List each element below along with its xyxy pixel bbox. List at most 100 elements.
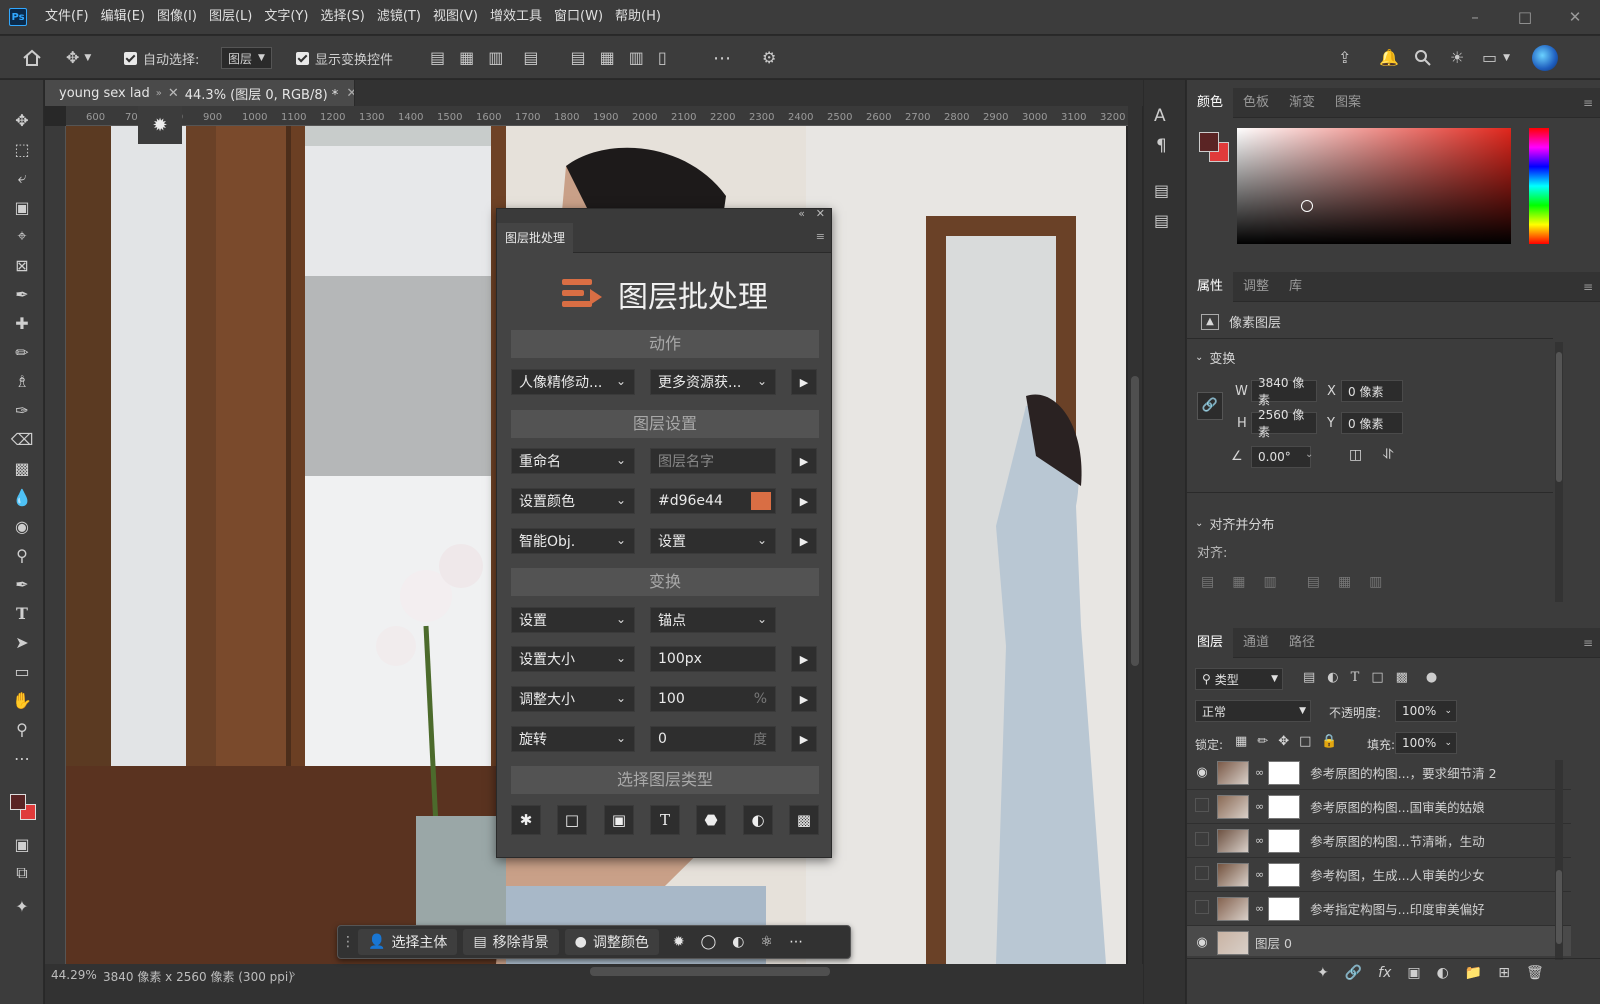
drag-handle-icon[interactable]: ⋮ <box>338 934 358 950</box>
hand-tool-icon[interactable]: ✋ <box>0 686 44 714</box>
generative-layer-icon[interactable]: ✦ <box>1317 965 1329 981</box>
properties-scrollbar[interactable] <box>1555 342 1563 602</box>
align-section-header[interactable]: ⌄ 对齐并分布 <box>1195 514 1274 533</box>
color-picker-cursor[interactable] <box>1301 200 1313 212</box>
tab-close-icon[interactable]: ✕ <box>168 86 179 101</box>
zoom-tool-icon[interactable]: ⚲ <box>0 715 44 743</box>
align-top-icon[interactable]: ▤ <box>571 50 586 66</box>
layer-row[interactable]: ◉ 图层 0 <box>1187 926 1571 956</box>
transform-icon[interactable]: ◯ <box>701 934 717 950</box>
eraser-tool-icon[interactable]: ⌫ <box>0 425 44 453</box>
distribute-v-icon[interactable]: ▯ <box>658 50 667 66</box>
pen-tool-icon[interactable]: ✒ <box>0 570 44 598</box>
object-select-tool-icon[interactable]: ▣ <box>0 193 44 221</box>
visibility-toggle[interactable] <box>1187 865 1217 884</box>
align-left-icon[interactable]: ▤ <box>1201 574 1214 590</box>
select-adjustment-layers-icon[interactable]: ◐ <box>743 805 773 835</box>
search-icon[interactable] <box>1414 36 1432 80</box>
layer-row[interactable]: ∞ 参考原图的构图...节清晰，生动 <box>1187 824 1571 858</box>
filter-type-icon[interactable]: T <box>1351 670 1360 685</box>
filter-toggle-icon[interactable]: ● <box>1426 670 1437 685</box>
panel-tab[interactable]: 渐变 <box>1279 88 1325 118</box>
marquee-tool-icon[interactable]: ⬚ <box>0 135 44 163</box>
sparkle-icon[interactable]: ✹ <box>673 934 685 950</box>
generative-icon[interactable]: ✦ <box>0 892 44 920</box>
select-all-layers-icon[interactable]: ✱ <box>511 805 541 835</box>
auto-select-checkbox[interactable]: 自动选择: <box>124 36 199 80</box>
screen-mode-icon[interactable]: ⧉ <box>0 859 44 887</box>
select-subject-button[interactable]: 👤 选择主体 <box>358 929 458 955</box>
run-smart-object-button[interactable]: ▶ <box>791 528 817 554</box>
foreground-color-swatch[interactable] <box>1199 132 1219 152</box>
move-tool-icon[interactable]: ✥ ▼ <box>66 36 91 80</box>
stamp-tool-icon[interactable]: ♗ <box>0 367 44 395</box>
foreground-swatch[interactable] <box>10 794 26 810</box>
add-mask-icon[interactable]: ▣ <box>1407 965 1420 981</box>
move-tool-icon[interactable]: ✥ <box>0 106 44 134</box>
run-rename-button[interactable]: ▶ <box>791 448 817 474</box>
align-hcenter-icon[interactable]: ▦ <box>1232 574 1245 590</box>
eyedropper-tool-icon[interactable]: ✒ <box>0 280 44 308</box>
zoom-level[interactable]: 44.29% <box>51 968 97 982</box>
healing-brush-icon[interactable]: ✚ <box>0 309 44 337</box>
more-options-icon[interactable]: ⋯ <box>713 36 731 80</box>
rotate-input[interactable]: 0度 <box>650 726 776 752</box>
tool-hint-sparkle-icon[interactable]: ✹ <box>138 106 182 144</box>
layer-mask-thumbnail[interactable] <box>1268 828 1301 853</box>
auto-select-dropdown[interactable]: 图层 ▼ <box>221 36 272 80</box>
layer-mask-thumbnail[interactable] <box>1268 896 1301 921</box>
visibility-toggle[interactable] <box>1187 899 1217 918</box>
panel-tab[interactable]: 库 <box>1279 272 1312 302</box>
panel-tab[interactable]: 通道 <box>1233 628 1279 658</box>
select-smart-object-icon[interactable]: ▩ <box>789 805 819 835</box>
menu-item[interactable]: 图层(L) <box>203 0 258 34</box>
contrast-icon[interactable]: ◐ <box>732 934 744 950</box>
dodge-tool-icon[interactable]: ◉ <box>0 512 44 540</box>
opacity-field[interactable]: 100% ⌄ <box>1395 700 1457 722</box>
menu-item[interactable]: 增效工具 <box>484 0 548 34</box>
menu-item[interactable]: 窗口(W) <box>548 0 609 34</box>
lock-artboard-icon[interactable]: □ <box>1299 734 1311 749</box>
transform-setting-dropdown[interactable]: 设置 ⌄ <box>511 607 635 633</box>
plugin-tab[interactable]: 图层批处理 <box>497 223 573 253</box>
run-size-button[interactable]: ▶ <box>791 646 817 672</box>
character-panel-icon[interactable]: A <box>1154 106 1166 126</box>
select-group-icon[interactable]: ▣ <box>604 805 634 835</box>
eye-icon[interactable]: ◉ <box>1187 935 1217 950</box>
align-right-icon[interactable]: ▥ <box>488 50 503 66</box>
maximize-icon[interactable]: □ <box>1500 0 1550 34</box>
width-field[interactable]: 3840 像素 <box>1251 376 1317 407</box>
more-icon[interactable]: ⋯ <box>789 934 803 950</box>
status-chevron-icon[interactable]: › <box>291 967 296 981</box>
adjustment-layer-icon[interactable]: ◐ <box>1437 965 1449 981</box>
paragraph-panel-icon[interactable]: ¶ <box>1156 136 1167 156</box>
resize-input[interactable]: 100% <box>650 686 776 712</box>
share-icon[interactable]: ⇪ <box>1338 36 1351 80</box>
align-top-icon[interactable]: ▤ <box>1307 574 1320 590</box>
panel-tab[interactable]: 图层 <box>1187 627 1234 658</box>
collapse-icon[interactable]: « <box>798 207 805 220</box>
generate-image-icon[interactable]: ⚛ <box>761 934 774 950</box>
select-shape-layers-icon[interactable]: ⬣ <box>696 805 726 835</box>
smart-object-setting-dropdown[interactable]: 设置 ⌄ <box>650 528 776 554</box>
panel-tab[interactable]: 路径 <box>1279 628 1325 658</box>
menu-item[interactable]: 帮助(H) <box>609 0 667 34</box>
select-pixel-layers-icon[interactable]: □ <box>557 805 587 835</box>
notes-panel-icon[interactable]: ▤ <box>1154 211 1169 230</box>
rectangle-tool-icon[interactable]: ▭ <box>0 657 44 685</box>
layer-row[interactable]: ◉ ∞ 参考原图的构图...，要求细节清 2 <box>1187 756 1571 790</box>
plugin-menu-icon[interactable]: ≡ <box>816 230 825 243</box>
menu-item[interactable]: 文件(F) <box>39 0 95 34</box>
color-swatch[interactable] <box>751 492 771 510</box>
remove-background-button[interactable]: ▤ 移除背景 <box>463 929 559 955</box>
eye-icon[interactable]: ◉ <box>1187 765 1217 780</box>
align-bottom-icon[interactable]: ▥ <box>629 50 644 66</box>
mask-link-icon[interactable]: ∞ <box>1255 868 1264 881</box>
mask-link-icon[interactable]: ∞ <box>1255 766 1264 779</box>
flip-horizontal-icon[interactable]: ◫ <box>1349 447 1362 463</box>
filter-shape-icon[interactable]: □ <box>1371 670 1383 685</box>
layer-mask-thumbnail[interactable] <box>1268 760 1301 785</box>
menu-item[interactable]: 视图(V) <box>427 0 484 34</box>
resize-dropdown[interactable]: 调整大小 ⌄ <box>511 686 635 712</box>
new-layer-icon[interactable]: ⊞ <box>1498 965 1510 981</box>
